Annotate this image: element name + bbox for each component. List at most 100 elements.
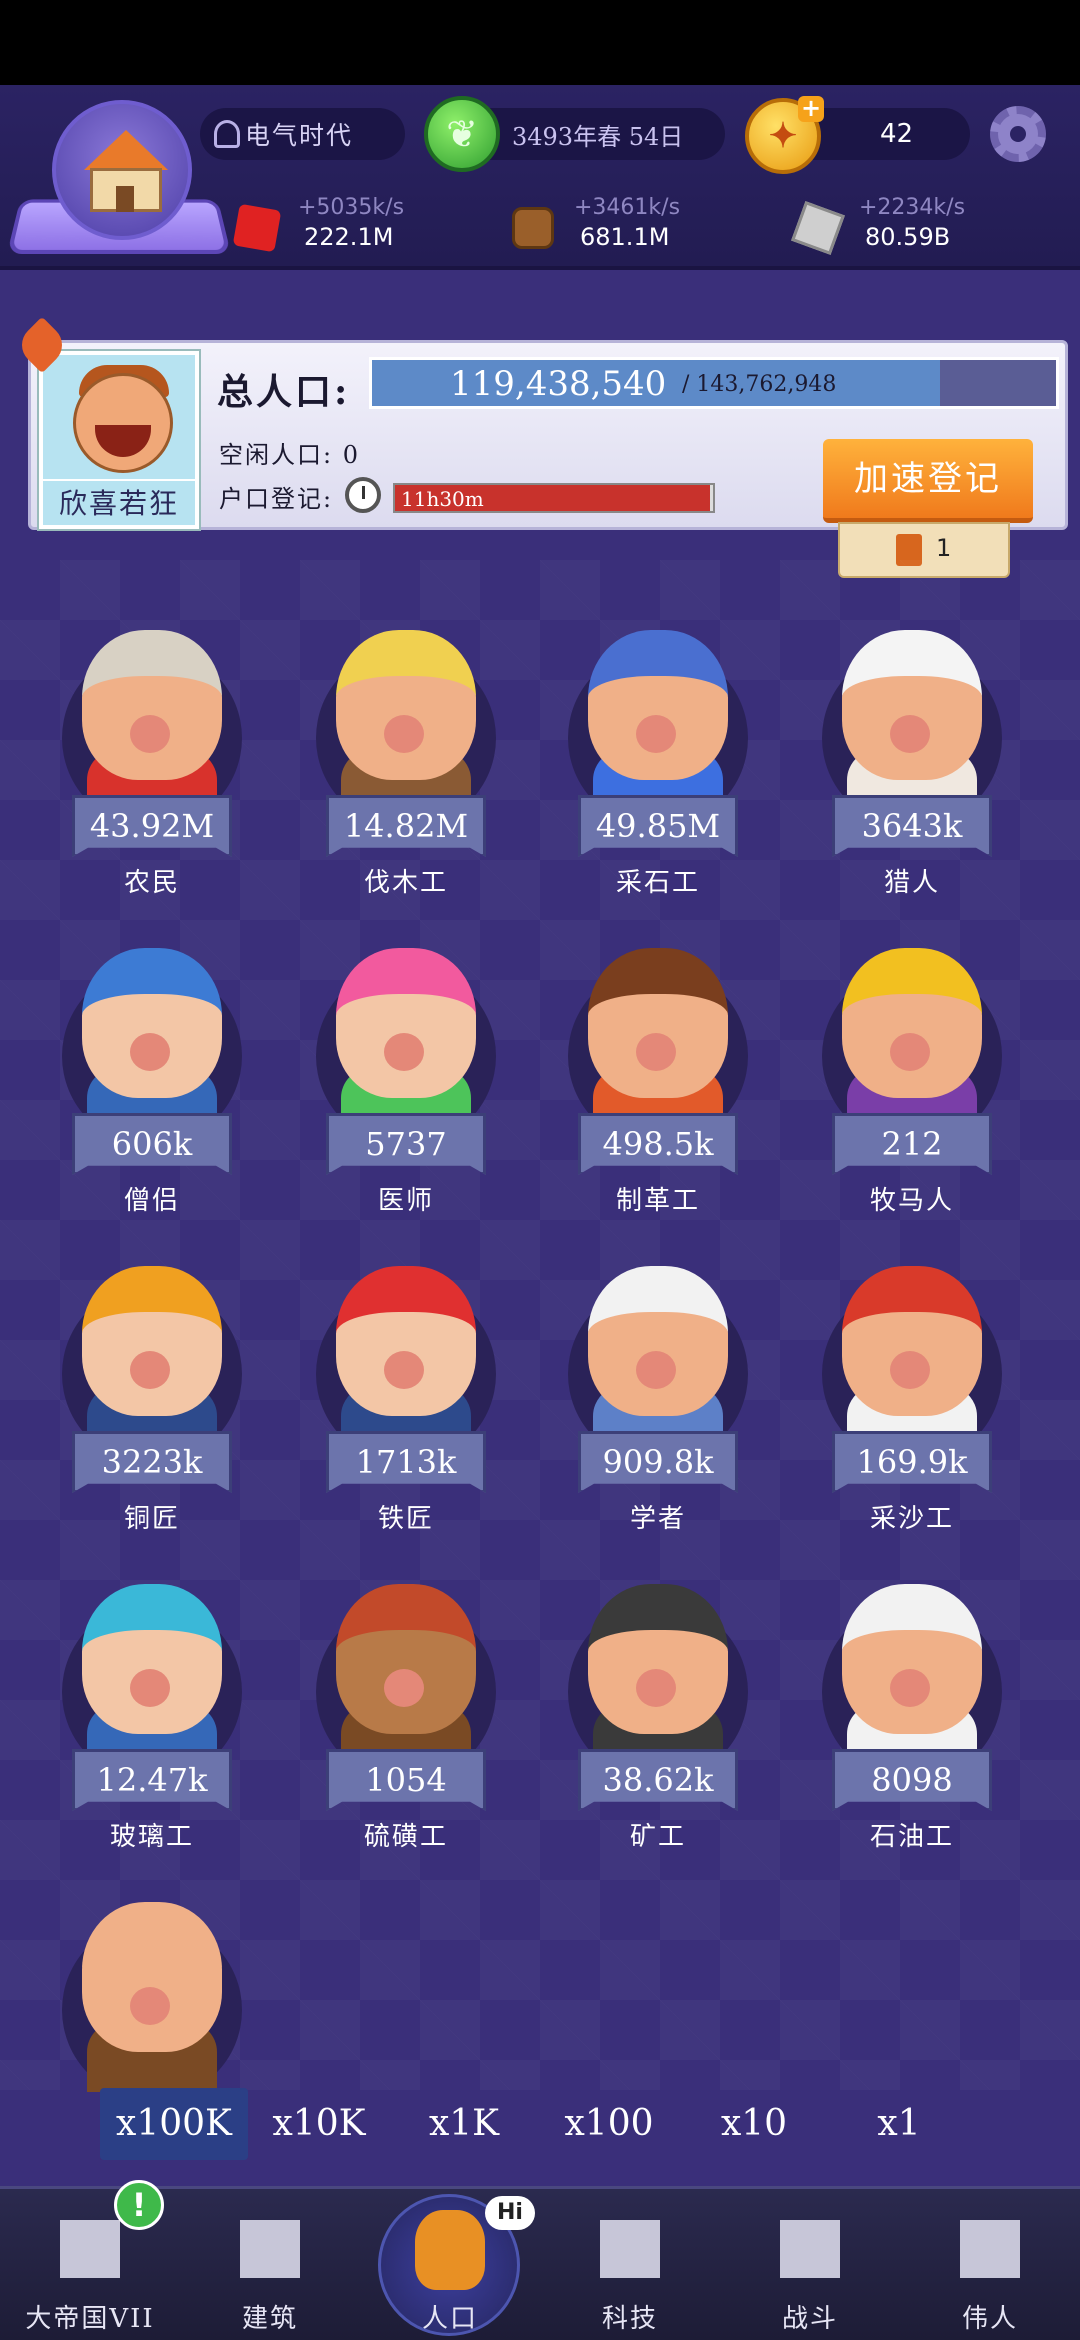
resource-stone: +2234k/s 80.59B [791, 195, 1037, 265]
register-label: 户口登记: [219, 485, 334, 513]
clock-icon [345, 477, 381, 513]
nav-item-4[interactable]: 战斗 [720, 2186, 900, 2340]
job-avatar-icon [82, 1584, 222, 1734]
nav-item-5[interactable]: 伟人 [900, 2186, 1080, 2340]
job-avatar-icon [82, 1902, 222, 2052]
multiplier-x100[interactable]: x100 [535, 2088, 683, 2160]
job-avatar-nose [384, 715, 424, 753]
job-card[interactable]: 3643k 猎人 [812, 600, 1012, 900]
idle-population: 空闲人口: 0 [219, 441, 360, 469]
speed-up-register-button[interactable]: 加速登记 [823, 439, 1033, 523]
nav-item-3[interactable]: 科技 [540, 2186, 720, 2340]
nav-label: 战斗 [781, 2304, 838, 2334]
job-avatar-nose [130, 715, 170, 753]
job-avatar-nose [890, 1669, 930, 1707]
job-avatar-icon [588, 1584, 728, 1734]
multiplier-x10[interactable]: x10 [680, 2088, 828, 2160]
job-avatar-icon [82, 948, 222, 1098]
job-avatar-nose [890, 1033, 930, 1071]
job-count: 8098 [832, 1749, 992, 1811]
settings-gear-icon[interactable] [990, 106, 1046, 162]
multiplier-x1k[interactable]: x1K [390, 2088, 538, 2160]
resource-rate: +2234k/s [859, 195, 966, 220]
job-card[interactable]: 3223k 铜匠 [52, 1236, 252, 1536]
job-label: 铜匠 [123, 1504, 180, 1534]
job-count: 49.85M [578, 795, 738, 857]
population-bar: 119,438,540 / 143,762,948 [369, 357, 1059, 409]
job-avatar-nose [130, 1351, 170, 1389]
population-max: / 143,762,948 [682, 372, 837, 397]
job-label: 伐木工 [363, 868, 448, 898]
multiplier-x10k[interactable]: x10K [245, 2088, 393, 2160]
job-count: 3223k [72, 1431, 232, 1493]
population-panel: 欣喜若狂 总人口: 119,438,540 / 143,762,948 空闲人口… [28, 340, 1068, 530]
job-avatar-icon [82, 630, 222, 780]
nav-item-1[interactable]: 建筑 [180, 2186, 360, 2340]
job-card[interactable]: 498.5k 制革工 [558, 918, 758, 1218]
job-card[interactable]: 1054 硫磺工 [306, 1554, 506, 1854]
job-label: 农民 [123, 868, 180, 898]
job-avatar-icon [842, 630, 982, 780]
resource-amount: 80.59B [865, 223, 951, 251]
era-pill[interactable]: 电气时代 [200, 108, 405, 160]
job-avatar-icon [588, 1266, 728, 1416]
job-count: 1054 [326, 1749, 486, 1811]
job-avatar-icon [336, 1266, 476, 1416]
house-icon [240, 2220, 300, 2278]
castle-icon[interactable] [6, 100, 232, 270]
job-avatar-icon [336, 948, 476, 1098]
job-label: 采石工 [615, 868, 700, 898]
resource-rate: +5035k/s [298, 195, 405, 220]
job-avatar-nose [384, 1033, 424, 1071]
add-coins-button[interactable]: + [798, 96, 824, 122]
job-card[interactable]: 212 牧马人 [812, 918, 1012, 1218]
job-card[interactable]: 1713k 铁匠 [306, 1236, 506, 1536]
job-avatar-nose [384, 1351, 424, 1389]
job-card[interactable] [52, 1872, 252, 2092]
mood-portrait[interactable]: 欣喜若狂 [39, 351, 199, 529]
job-count: 169.9k [832, 1431, 992, 1493]
job-label: 矿工 [629, 1822, 686, 1852]
job-label: 玻璃工 [109, 1822, 194, 1852]
job-card[interactable]: 169.9k 采沙工 [812, 1236, 1012, 1536]
nav-label: 人口 [421, 2304, 478, 2334]
job-label: 牧马人 [869, 1186, 954, 1216]
job-card[interactable]: 12.47k 玻璃工 [52, 1554, 252, 1854]
status-bar [0, 0, 1080, 85]
job-card[interactable]: 49.85M 采石工 [558, 600, 758, 900]
nav-label: 大帝国VII [25, 2304, 155, 2334]
job-card[interactable]: 38.62k 矿工 [558, 1554, 758, 1854]
total-population-title: 总人口: [217, 371, 351, 413]
job-card[interactable]: 8098 石油工 [812, 1554, 1012, 1854]
job-count: 12.47k [72, 1749, 232, 1811]
nav-label: 伟人 [961, 2304, 1018, 2334]
job-count: 3643k [832, 795, 992, 857]
coin-count: 42 [880, 119, 914, 149]
job-label: 硫磺工 [363, 1822, 448, 1852]
leaf-icon: ❦ [424, 96, 500, 172]
resource-amount: 222.1M [304, 223, 394, 251]
job-count: 909.8k [578, 1431, 738, 1493]
resource-food: +5035k/s 222.1M [232, 195, 476, 265]
job-card[interactable]: 14.82M 伐木工 [306, 600, 506, 900]
job-avatar-nose [130, 1033, 170, 1071]
job-card[interactable]: 909.8k 学者 [558, 1236, 758, 1536]
book-icon [600, 2220, 660, 2278]
ticket-count: 1 [936, 534, 952, 562]
job-label: 石油工 [869, 1822, 954, 1852]
era-label: 电气时代 [245, 121, 354, 150]
date-label: 3493年春 54日 [512, 122, 684, 151]
job-avatar-icon [842, 948, 982, 1098]
castle-icon [60, 2220, 120, 2278]
job-avatar-nose [384, 1669, 424, 1707]
job-card[interactable]: 43.92M 农民 [52, 600, 252, 900]
job-card[interactable]: 5737 医师 [306, 918, 506, 1218]
multiplier-x1[interactable]: x1 [825, 2088, 973, 2160]
job-avatar-nose [890, 1351, 930, 1389]
job-label: 学者 [629, 1504, 686, 1534]
job-avatar-icon [842, 1584, 982, 1734]
swords-icon [780, 2220, 840, 2278]
job-card[interactable]: 606k 僧侣 [52, 918, 252, 1218]
nav-label: 建筑 [241, 2304, 298, 2334]
multiplier-x100k[interactable]: x100K [100, 2088, 248, 2160]
